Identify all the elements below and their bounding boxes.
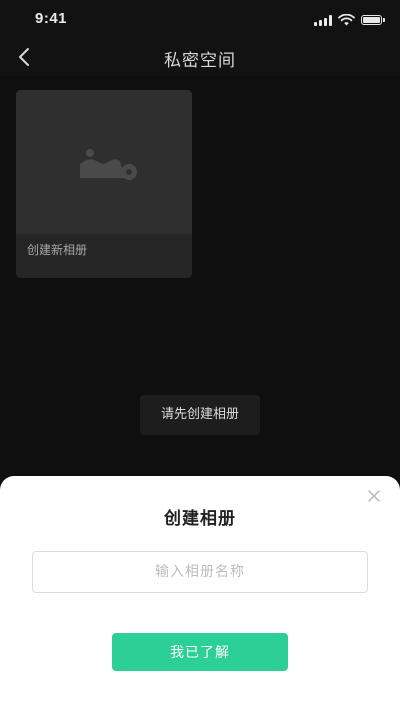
status-time: 9:41	[35, 10, 68, 27]
toast-message: 请先创建相册	[140, 395, 260, 435]
screen: 9:41 私密空间 创建新相册 请先创建相册 创建相册 输入相册名称 我已了解	[0, 0, 400, 711]
album-cover	[16, 90, 192, 234]
battery-icon	[361, 15, 385, 25]
image-placeholder-icon	[80, 149, 137, 180]
album-name-input[interactable]	[32, 551, 368, 593]
confirm-button[interactable]: 我已了解	[112, 633, 288, 671]
signal-icon	[314, 14, 332, 26]
status-bar: 9:41	[0, 0, 400, 38]
wifi-icon	[338, 14, 355, 26]
sheet-title: 创建相册	[164, 509, 236, 529]
create-album-card[interactable]: 创建新相册	[16, 90, 192, 278]
status-icons	[314, 13, 385, 27]
album-label: 创建新相册	[27, 243, 88, 257]
nav-bar: 私密空间	[0, 38, 400, 76]
close-icon[interactable]	[366, 488, 382, 504]
page-title: 私密空间	[164, 51, 236, 71]
create-album-sheet: 创建相册 我已了解	[0, 476, 400, 711]
